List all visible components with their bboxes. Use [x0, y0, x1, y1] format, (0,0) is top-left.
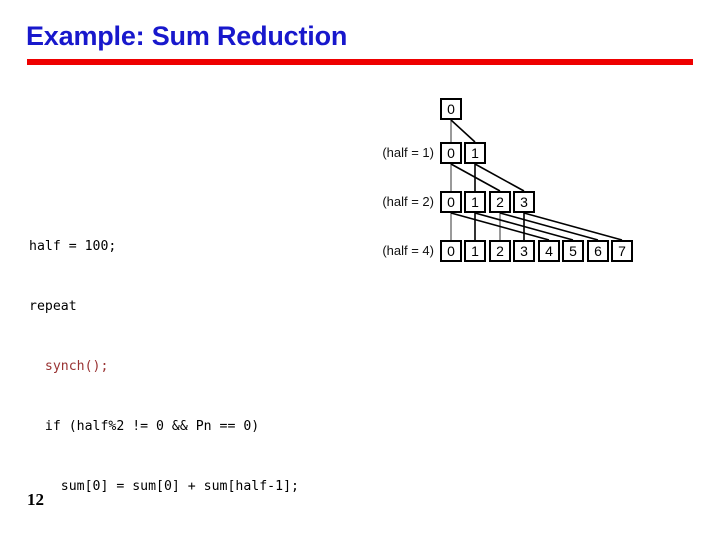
tree-node: 4: [538, 240, 560, 262]
tree-node: 1: [464, 240, 486, 262]
code-line: sum[0] = sum[0] + sum[half-1];: [29, 479, 299, 494]
code-line: repeat: [29, 299, 77, 314]
tree-node: 0: [440, 142, 462, 164]
slide-canvas: Example: Sum Reduction half = 100; repea…: [0, 0, 720, 540]
tree-node: 2: [489, 240, 511, 262]
row-label-half-2: (half = 2): [382, 194, 434, 209]
tree-node: 0: [440, 98, 462, 120]
tree-node: 3: [513, 240, 535, 262]
sum-reduction-tree-diagram: 0 (half = 1) 0 1 (half = 2) 0 1 2 3 (hal…: [356, 88, 646, 274]
tree-node: 1: [464, 191, 486, 213]
title-divider-rule: [27, 59, 693, 65]
page-title: Example: Sum Reduction: [26, 21, 348, 51]
code-line: synch();: [29, 359, 109, 374]
tree-node: 0: [440, 191, 462, 213]
tree-node: 5: [562, 240, 584, 262]
tree-node: 2: [489, 191, 511, 213]
slide-page-number: 12: [27, 490, 44, 509]
tree-node: 0: [440, 240, 462, 262]
tree-node: 3: [513, 191, 535, 213]
code-line: if (half%2 != 0 && Pn == 0): [29, 419, 260, 434]
tree-node: 7: [611, 240, 633, 262]
tree-node: 6: [587, 240, 609, 262]
tree-node: 1: [464, 142, 486, 164]
row-label-half-1: (half = 1): [382, 145, 434, 160]
row-label-half-4: (half = 4): [382, 243, 434, 258]
